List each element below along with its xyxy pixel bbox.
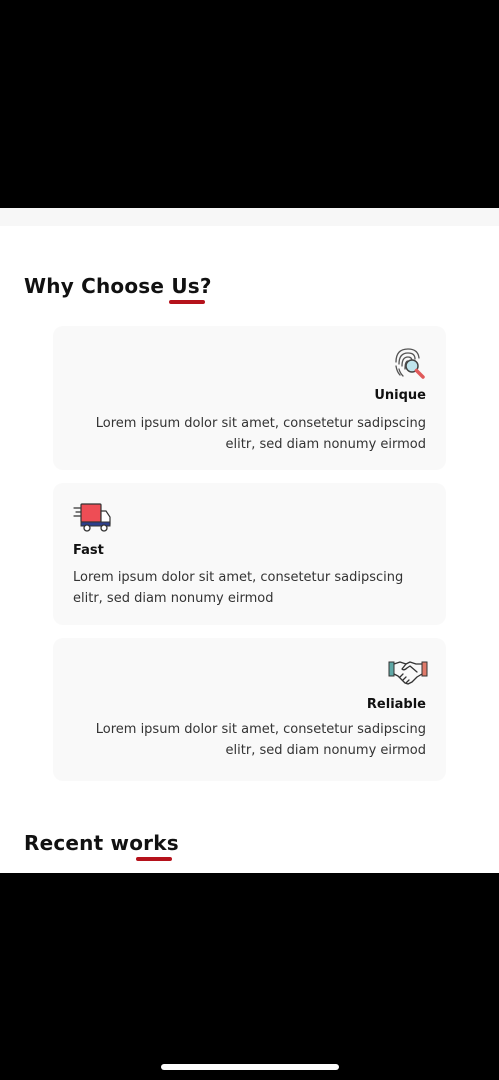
handshake-icon <box>388 652 428 692</box>
home-indicator[interactable] <box>161 1064 339 1070</box>
feature-description: Lorem ipsum dolor sit amet, consetetur s… <box>73 570 404 606</box>
feature-title: Reliable <box>366 697 426 712</box>
feature-card-fast: Fast Lorem ipsum dolor sit amet, consete… <box>53 483 446 625</box>
feature-card-reliable: Reliable Lorem ipsum dolor sit amet, con… <box>53 638 446 781</box>
feature-card-unique: Unique Lorem ipsum dolor sit amet, conse… <box>53 326 446 470</box>
previous-section-edge <box>0 208 499 226</box>
feature-description: Lorem ipsum dolor sit amet, consetetur s… <box>95 722 426 758</box>
heading-underline <box>169 300 205 304</box>
fingerprint-search-icon <box>388 342 428 382</box>
feature-description: Lorem ipsum dolor sit amet, consetetur s… <box>95 416 426 452</box>
recent-works-heading: Recent works <box>24 831 179 855</box>
page-content: Why Choose Us? Unique Lorem ipsum dolor … <box>0 208 499 873</box>
delivery-truck-icon <box>73 499 113 539</box>
heading-underline <box>136 857 172 861</box>
feature-title: Unique <box>374 388 426 403</box>
why-choose-us-heading: Why Choose Us? <box>24 274 212 298</box>
feature-title: Fast <box>73 543 104 558</box>
